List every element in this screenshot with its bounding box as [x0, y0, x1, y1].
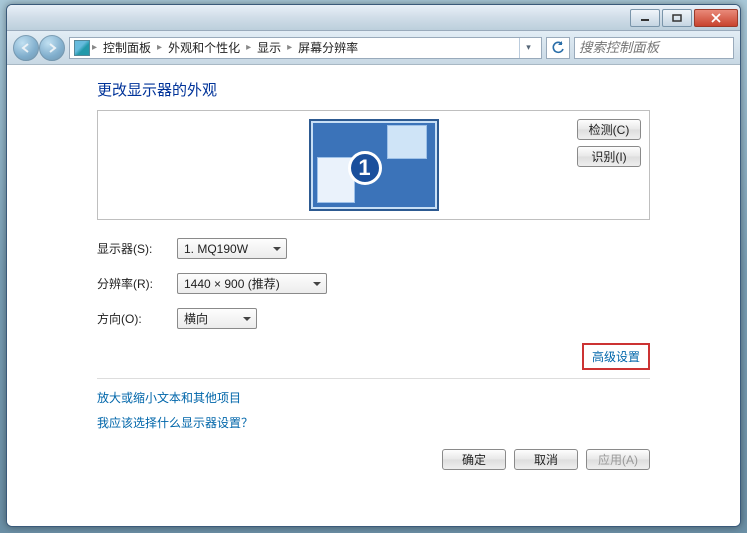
dialog-footer: 确定 取消 应用(A): [97, 439, 650, 474]
breadcrumb[interactable]: 屏幕分辨率: [294, 39, 362, 56]
close-button[interactable]: [694, 9, 738, 27]
which-display-link[interactable]: 我应该选择什么显示器设置？: [97, 414, 650, 431]
advanced-settings-link[interactable]: 高级设置: [582, 343, 650, 370]
minimize-button[interactable]: [630, 9, 660, 27]
forward-button[interactable]: [39, 35, 65, 61]
display-select[interactable]: 1. MQ190W: [177, 238, 287, 259]
chevron-right-icon: ▸: [246, 42, 251, 53]
maximize-button[interactable]: [662, 9, 692, 27]
breadcrumb[interactable]: 显示: [253, 39, 285, 56]
breadcrumb[interactable]: 外观和个性化: [164, 39, 244, 56]
resolution-label: 分辨率(R):: [97, 275, 177, 292]
titlebar: [7, 5, 740, 31]
search-input[interactable]: [574, 37, 734, 59]
orientation-label: 方向(O):: [97, 310, 177, 327]
chevron-right-icon: ▸: [157, 42, 162, 53]
resolution-value: 1440 × 900 (推荐): [184, 275, 280, 292]
divider: [97, 378, 650, 379]
monitor-preview[interactable]: 1: [309, 119, 439, 211]
page-title: 更改显示器的外观: [97, 79, 650, 100]
identify-button[interactable]: 识别(I): [577, 146, 641, 167]
content: 更改显示器的外观 1 检测(C) 识别(I) 显示器(S): 1. MQ190W…: [7, 65, 740, 526]
window-thumb-icon: [387, 125, 427, 159]
orientation-select[interactable]: 横向: [177, 308, 257, 329]
refresh-button[interactable]: [546, 37, 570, 59]
chevron-right-icon: ▸: [92, 42, 97, 53]
chevron-right-icon: ▸: [287, 42, 292, 53]
window: ▸ 控制面板 ▸ 外观和个性化 ▸ 显示 ▸ 屏幕分辨率 ▾ 更改显示器的外观 …: [6, 4, 741, 527]
address-dropdown[interactable]: ▾: [519, 38, 537, 58]
control-panel-icon: [74, 40, 90, 56]
breadcrumb[interactable]: 控制面板: [99, 39, 155, 56]
display-label: 显示器(S):: [97, 240, 177, 257]
back-button[interactable]: [13, 35, 39, 61]
ok-button[interactable]: 确定: [442, 449, 506, 470]
resolution-select[interactable]: 1440 × 900 (推荐): [177, 273, 327, 294]
text-size-link[interactable]: 放大或缩小文本和其他项目: [97, 389, 650, 406]
monitor-arrangement[interactable]: 1 检测(C) 识别(I): [97, 110, 650, 220]
monitor-number: 1: [348, 151, 382, 185]
address-bar[interactable]: ▸ 控制面板 ▸ 外观和个性化 ▸ 显示 ▸ 屏幕分辨率 ▾: [69, 37, 542, 59]
detect-button[interactable]: 检测(C): [577, 119, 641, 140]
display-value: 1. MQ190W: [184, 242, 248, 256]
orientation-value: 横向: [184, 310, 208, 327]
apply-button[interactable]: 应用(A): [586, 449, 650, 470]
navigation-bar: ▸ 控制面板 ▸ 外观和个性化 ▸ 显示 ▸ 屏幕分辨率 ▾: [7, 31, 740, 65]
cancel-button[interactable]: 取消: [514, 449, 578, 470]
